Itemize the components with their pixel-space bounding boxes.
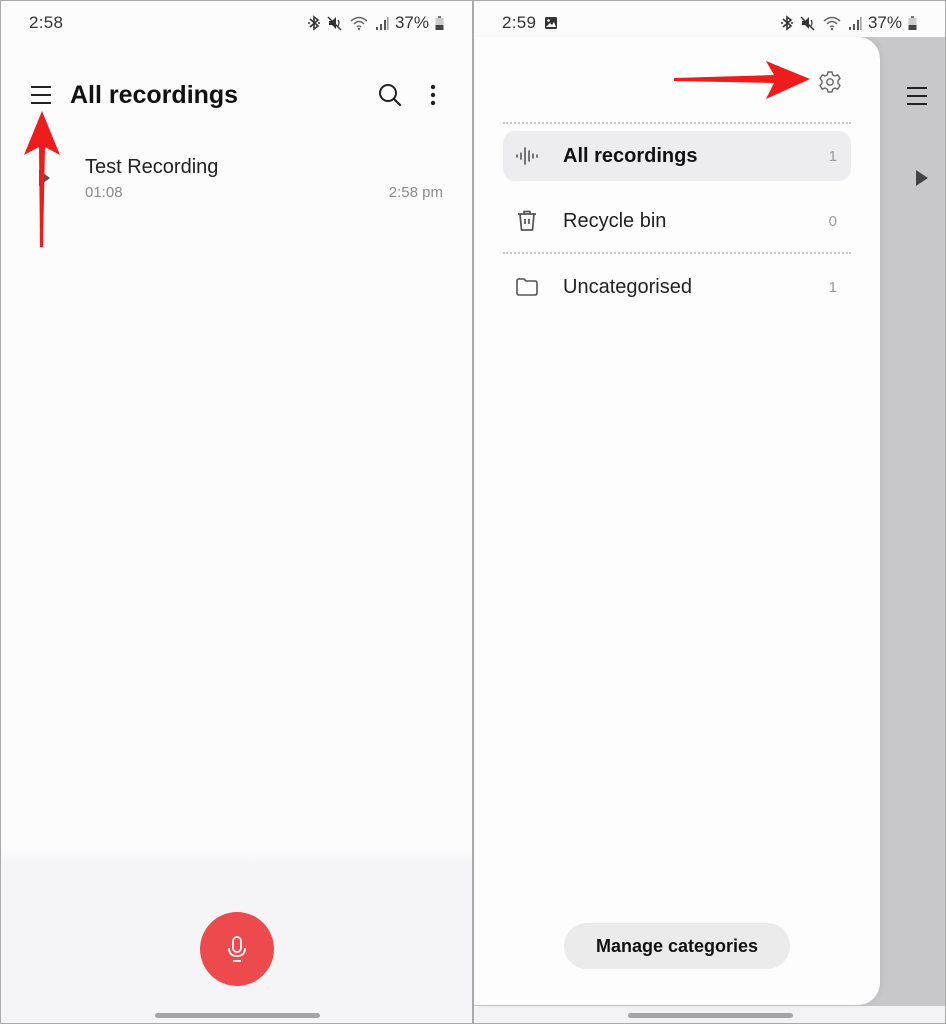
image-icon [545,17,558,29]
drawer-item-label: Recycle bin [563,209,667,232]
drawer-item-count: 1 [828,278,837,296]
right-screen: 2:59 37% All recordings 1 Recycle bin 0 … [473,0,946,1024]
more-vertical-icon [430,84,436,106]
bluetooth-icon [780,15,793,31]
navigation-drawer: All recordings 1 Recycle bin 0 Uncategor… [474,37,880,1005]
more-options-button[interactable] [419,79,447,111]
bottom-fade [1,849,472,865]
battery-icon [908,16,917,30]
battery-icon [435,16,444,30]
record-button[interactable] [200,912,274,986]
hamburger-menu-icon[interactable] [906,86,928,106]
home-indicator[interactable] [628,1013,793,1018]
menu-button[interactable] [23,79,59,111]
drawer-item-count: 1 [828,147,837,165]
recording-title: Test Recording [85,156,219,178]
settings-button[interactable] [815,67,845,97]
drawer-item-uncategorised[interactable]: Uncategorised 1 [503,262,851,312]
divider [503,252,851,254]
drawer-item-count: 0 [828,212,837,230]
battery-percent: 37% [867,13,902,32]
drawer-item-label: Uncategorised [563,275,692,298]
trash-icon [518,210,536,231]
mute-icon [327,16,342,31]
drawer-item-recycle-bin[interactable]: Recycle bin 0 [503,196,851,246]
divider [503,122,851,124]
microphone-icon [228,936,246,962]
recording-duration: 01:08 [85,184,123,201]
play-icon[interactable] [37,169,51,187]
status-time: 2:59 [502,13,537,32]
recording-list-item[interactable]: Test Recording 01:08 2:58 pm [1,141,472,211]
left-screen: 2:58 37% All recordings Test Recording 0… [0,0,473,1024]
wifi-icon [350,16,368,31]
status-bar: 2:58 37% [1,1,472,45]
drawer-item-label: All recordings [563,144,698,167]
folder-icon [516,278,538,296]
signal-icon [848,17,862,30]
page-title: All recordings [70,81,239,109]
bluetooth-icon [307,15,320,31]
search-icon [379,84,402,107]
waveform-icon [516,147,538,165]
drawer-item-all-recordings[interactable]: All recordings 1 [503,131,851,181]
status-bar: 2:59 37% [474,1,945,45]
status-time: 2:58 [29,13,64,32]
signal-icon [375,17,389,30]
mute-icon [800,16,815,31]
home-indicator[interactable] [155,1013,320,1018]
hamburger-menu-icon [31,86,51,104]
gear-icon [819,71,841,93]
search-button[interactable] [373,79,407,111]
wifi-icon [823,16,841,31]
manage-categories-button[interactable]: Manage categories [564,923,790,969]
recording-time: 2:58 pm [388,184,443,201]
battery-percent: 37% [394,13,429,32]
play-icon [916,170,928,186]
